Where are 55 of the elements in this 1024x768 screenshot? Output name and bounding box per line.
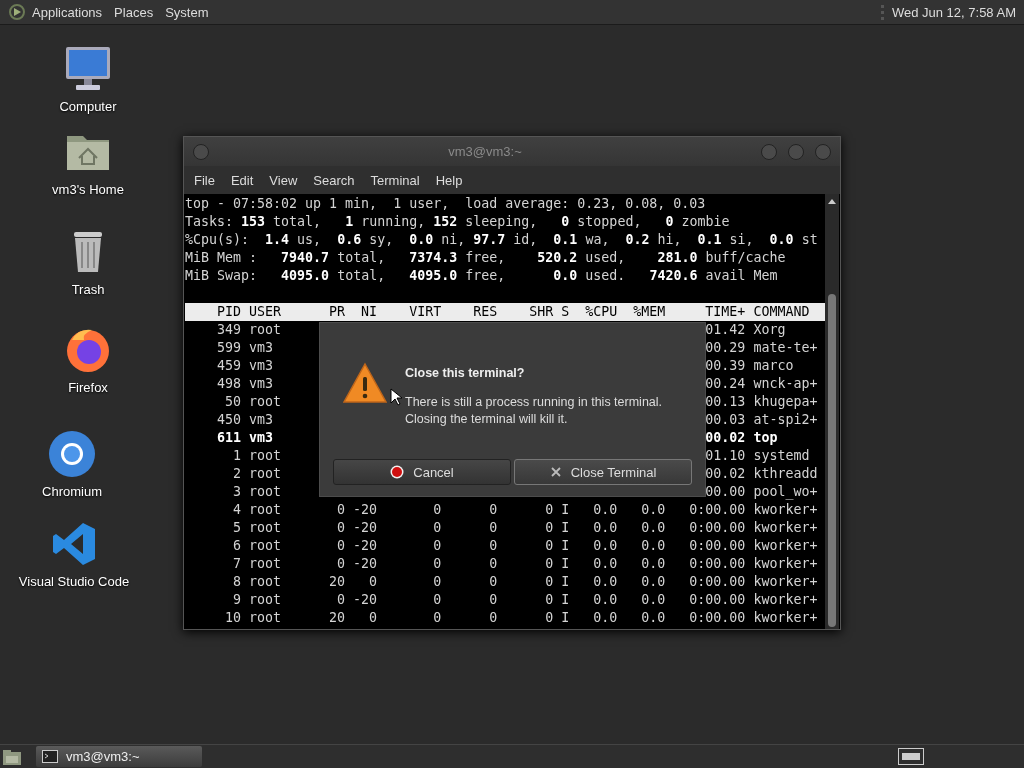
process-row-start: 599 vm3: [216, 340, 274, 355]
process-row-start: 50 root: [224, 394, 282, 409]
process-row-text: 9 root 0 -20 0 0 0 I 0.0 0.0 0:00.00 kworker+: [232, 592, 818, 607]
process-row-text: 7 root 0 -20 0 0 0 I 0.0 0.0 0:00.00 kworker+: [232, 556, 818, 571]
icon-label[interactable]: Computer: [59, 99, 117, 114]
process-row-start: 349 root: [216, 322, 282, 337]
menu-item[interactable]: Search: [307, 172, 365, 188]
icon-label[interactable]: Trash: [71, 282, 105, 297]
process-row-end: 00.02 top: [705, 430, 778, 445]
menu-item[interactable]: Edit: [224, 172, 264, 188]
close-terminal-button[interactable]: Close Terminal: [514, 459, 692, 485]
process-row-start: 611 vm3: [216, 430, 274, 445]
clock[interactable]: Wed Jun 12, 7:58 AM: [880, 4, 1016, 20]
panel-menu[interactable]: Places: [108, 4, 160, 20]
icon-label[interactable]: vm3's Home: [52, 182, 124, 197]
process-row-text: 8 root 20 0 0 0 0 I 0.0 0.0 0:00.00 kworker+: [232, 574, 818, 589]
process-row-end: 00.29 mate-te+: [705, 340, 818, 355]
icon-label[interactable]: Firefox: [68, 380, 108, 395]
process-row-start: 2 root: [232, 466, 282, 481]
process-row-end: 01.42 Xorg: [705, 322, 786, 337]
process-row-text: 6 root 0 -20 0 0 0 I 0.0 0.0 0:00.00 kworker+: [232, 538, 818, 553]
process-row-end: 00.02 kthreadd: [705, 466, 818, 481]
process-row-text: 10 root 20 0 0 0 0 I 0.0 0.0 0:00.00 kworker+: [224, 610, 818, 625]
window-title: vm3@vm3:~: [447, 144, 523, 159]
taskbar-button[interactable]: vm3@vm3:~: [36, 746, 202, 767]
terminal-line: Tasks: 153 total, 1 running, 152 sleeping, 0 stopped, 0 zombie: [185, 213, 731, 231]
process-row-text: 5 root 0 -20 0 0 0 I 0.0 0.0 0:00.00 kworker+: [232, 520, 818, 535]
terminal-line: MiB Mem : 7940.7 total, 7374.3 free, 520.2 used, 281.0 buff/cache: [185, 249, 787, 267]
dialog-message: There is still a process running in this terminal. Closing the terminal will kill it.: [405, 394, 663, 428]
dialog-title: Close this terminal?: [405, 366, 526, 380]
terminal-line: %Cpu(s): 1.4 us, 0.6 sy, 0.0 ni, 97.7 id, 0.1 wa, 0.2 hi, 0.1 si, 0.0 st: [185, 231, 819, 249]
panel-menu[interactable]: Applications: [26, 4, 109, 20]
process-row-start: 3 root: [232, 484, 282, 499]
process-row-end: 00.24 wnck-ap+: [705, 376, 818, 391]
process-row-start: 1 root: [232, 448, 282, 463]
process-row-text: 4 root 0 -20 0 0 0 I 0.0 0.0 0:00.00 kworker+: [232, 502, 818, 517]
process-row-end: 01.10 systemd: [705, 448, 810, 463]
process-row-start: 498 vm3: [216, 376, 274, 391]
terminal-line: top - 07:58:02 up 1 min, 1 user, load average: 0.23, 0.08, 0.03: [185, 195, 707, 213]
process-row-end: 00.00 pool_wo+: [705, 484, 818, 499]
menu-item[interactable]: View: [263, 172, 308, 188]
process-row-end: 00.13 khugepa+: [705, 394, 818, 409]
icon-label[interactable]: Visual Studio Code: [18, 574, 130, 589]
process-row-start: 459 vm3: [216, 358, 274, 373]
column-headers: PID USER PR NI VIRT RES SHR S %CPU %MEM TIME+ COMMAND: [216, 304, 810, 319]
process-row-end: 00.03 at-spi2+: [705, 412, 818, 427]
panel-menu[interactable]: System: [159, 4, 215, 20]
icon-label[interactable]: Chromium: [42, 484, 102, 499]
process-row-start: 450 vm3: [216, 412, 274, 427]
menu-item[interactable]: File: [188, 172, 225, 188]
terminal-line: MiB Swap: 4095.0 total, 4095.0 free, 0.0 used. 7420.6 avail Mem: [185, 267, 779, 285]
menu-item[interactable]: Terminal: [364, 172, 430, 188]
process-row-end: 00.39 marco: [705, 358, 794, 373]
menu-item[interactable]: Help: [429, 172, 473, 188]
cancel-button[interactable]: Cancel: [333, 459, 511, 485]
